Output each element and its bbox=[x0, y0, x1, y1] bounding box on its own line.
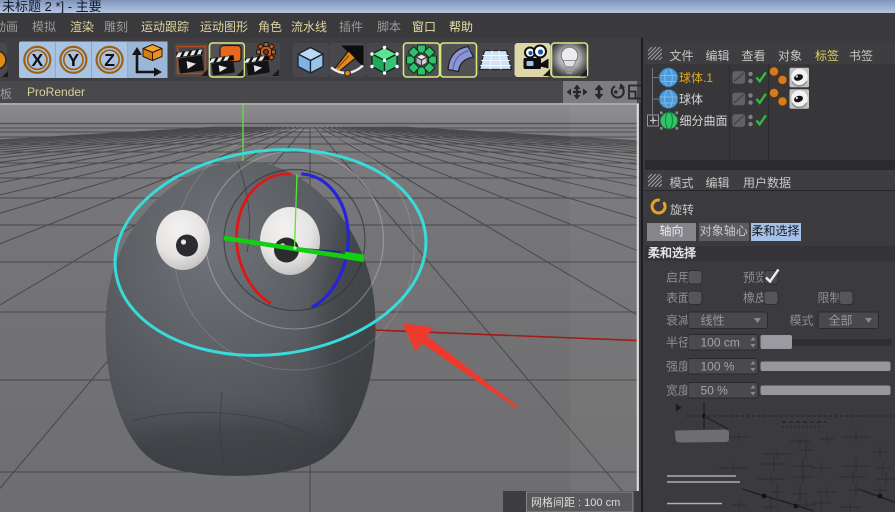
svg-text:Y: Y bbox=[68, 50, 80, 70]
svg-text:网格间距 : 100 cm: 网格间距 : 100 cm bbox=[531, 495, 620, 509]
svg-text:半径: 半径 bbox=[666, 336, 690, 350]
svg-text:细分曲面: 细分曲面 bbox=[680, 114, 728, 128]
svg-text:启用: 启用 bbox=[666, 271, 690, 285]
svg-text:100 %: 100 % bbox=[701, 360, 735, 374]
svg-text:球体: 球体 bbox=[679, 93, 703, 107]
svg-text:强度: 强度 bbox=[666, 359, 690, 374]
svg-text:预览: 预览 bbox=[743, 270, 767, 285]
svg-text:衰减: 衰减 bbox=[666, 313, 690, 328]
svg-text:100 cm: 100 cm bbox=[701, 336, 740, 350]
svg-text:表面: 表面 bbox=[666, 291, 690, 305]
svg-text:限制: 限制 bbox=[818, 291, 842, 305]
svg-text:X: X bbox=[31, 50, 43, 70]
svg-text:橡皮: 橡皮 bbox=[743, 291, 767, 305]
svg-text:全部: 全部 bbox=[829, 313, 853, 328]
svg-text:球体.1: 球体.1 bbox=[679, 71, 713, 85]
svg-text:模式: 模式 bbox=[790, 314, 814, 328]
svg-text:线性: 线性 bbox=[701, 314, 725, 328]
svg-text:50 %: 50 % bbox=[701, 384, 729, 398]
svg-text:宽度: 宽度 bbox=[666, 383, 690, 398]
svg-text:Z: Z bbox=[104, 50, 115, 70]
